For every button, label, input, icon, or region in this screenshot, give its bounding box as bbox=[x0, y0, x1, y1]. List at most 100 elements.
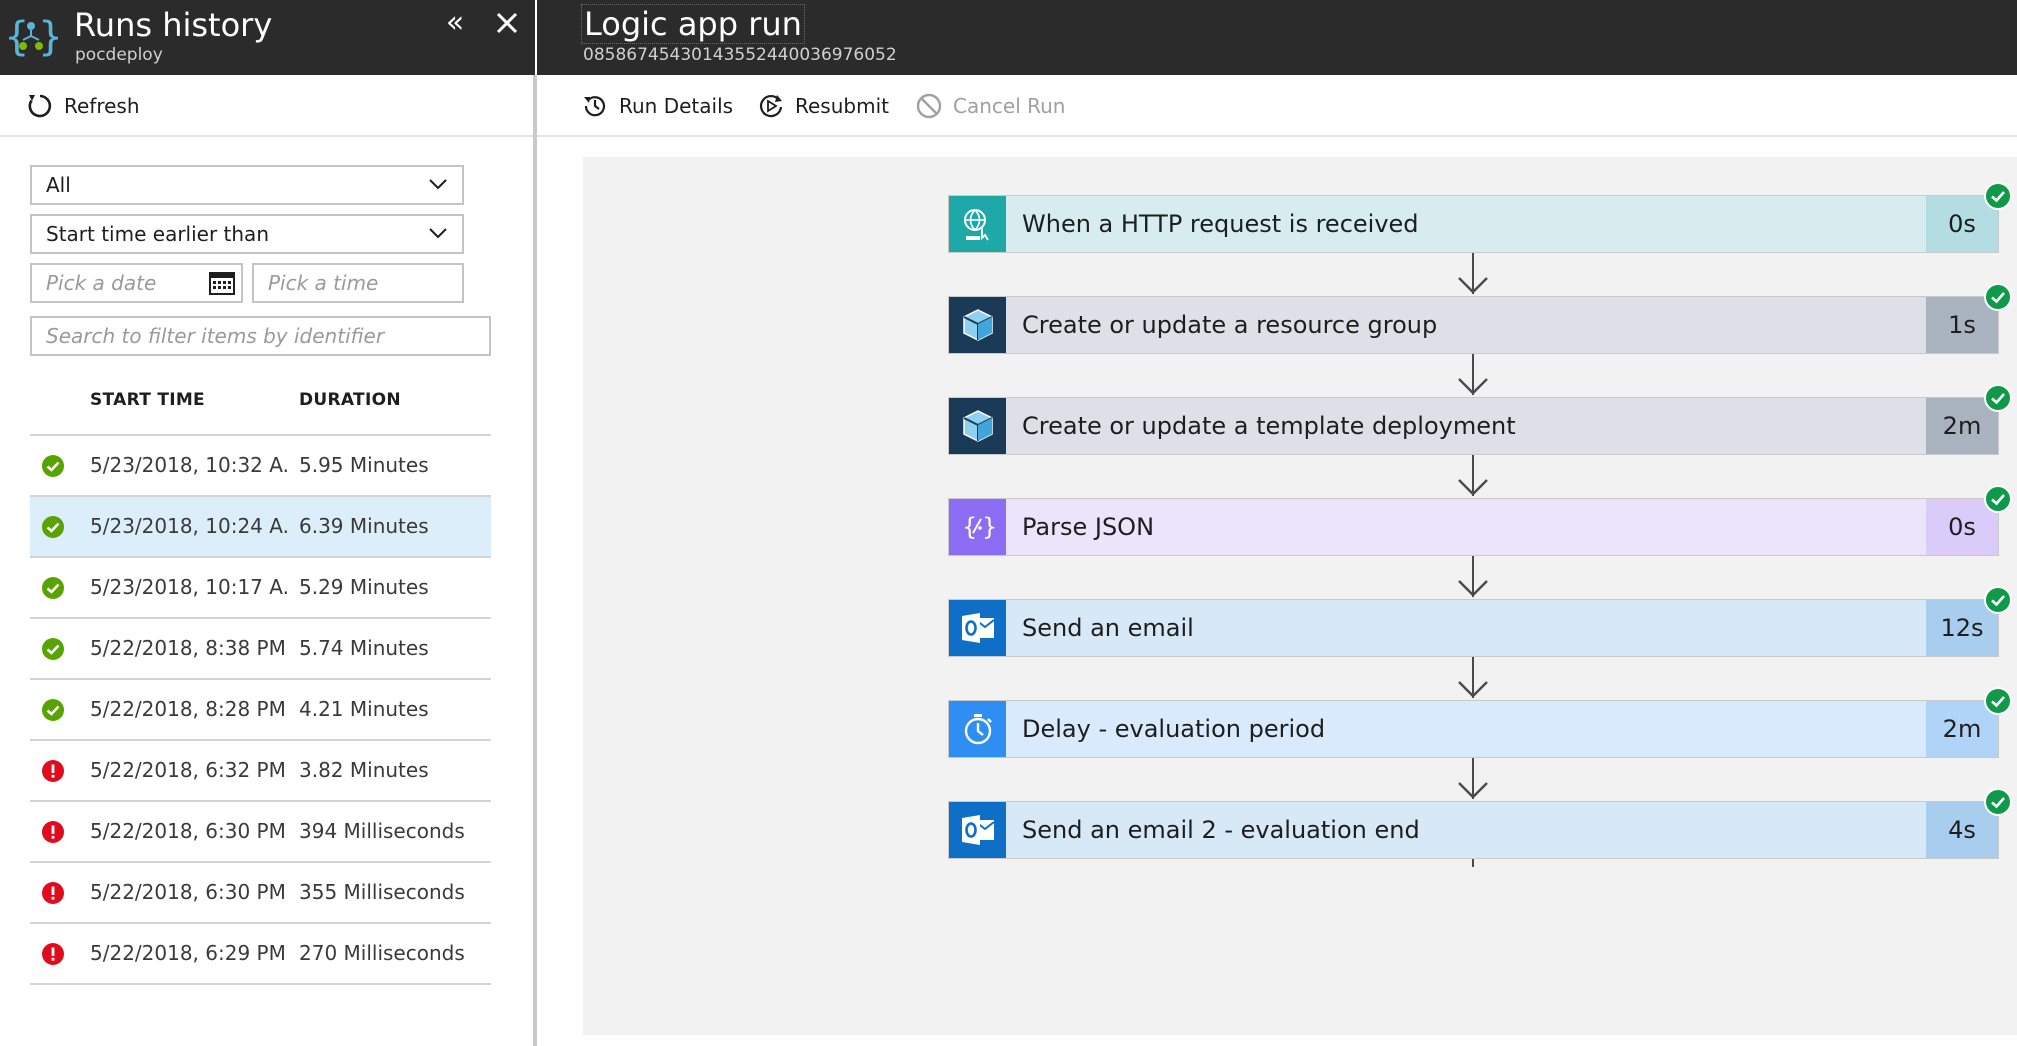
run-duration: 6.39 Minutes bbox=[299, 514, 429, 538]
run-duration: 3.82 Minutes bbox=[299, 758, 429, 782]
run-duration: 5.95 Minutes bbox=[299, 453, 429, 477]
status-filter-dropdown[interactable]: All bbox=[30, 165, 464, 205]
parse-json-icon: {} bbox=[949, 499, 1006, 555]
success-check-icon bbox=[42, 638, 64, 660]
arrow-down-icon bbox=[1458, 580, 1488, 597]
time-filter-value: Start time earlier than bbox=[46, 222, 269, 246]
run-row[interactable]: 5/23/2018, 10:24 A... 6.39 Minutes bbox=[30, 497, 491, 558]
arrow-down-icon bbox=[1458, 277, 1488, 294]
workflow-step[interactable]: Send an email 2 - evaluation end 4s bbox=[948, 788, 2012, 859]
arrow-down-icon bbox=[1458, 479, 1488, 496]
run-duration: 5.29 Minutes bbox=[299, 575, 429, 599]
run-duration: 4.21 Minutes bbox=[299, 697, 429, 721]
status-filter-value: All bbox=[46, 173, 71, 197]
run-row[interactable]: 5/22/2018, 6:30 PM 394 Milliseconds bbox=[30, 802, 491, 863]
run-row[interactable]: 5/22/2018, 8:38 PM 5.74 Minutes bbox=[30, 619, 491, 680]
run-start-time: 5/22/2018, 8:28 PM bbox=[90, 697, 286, 721]
duration-column-header[interactable]: DURATION bbox=[299, 390, 401, 410]
run-start-time: 5/23/2018, 10:24 A... bbox=[90, 514, 290, 538]
time-picker-input[interactable]: Pick a time bbox=[252, 263, 464, 303]
step-label: Create or update a resource group bbox=[1022, 311, 1438, 339]
azure-resource-manager-icon bbox=[949, 398, 1006, 454]
error-icon bbox=[42, 882, 64, 904]
run-start-time: 5/22/2018, 8:38 PM bbox=[90, 636, 286, 660]
arrow-down-icon bbox=[1458, 378, 1488, 395]
step-label: Send an email 2 - evaluation end bbox=[1022, 816, 1420, 844]
runs-history-header: { } Runs history pocdeploy « bbox=[0, 0, 535, 75]
date-picker-input[interactable]: Pick a date bbox=[30, 263, 243, 303]
run-title: Logic app run bbox=[581, 4, 805, 44]
chevron-down-icon bbox=[429, 179, 447, 190]
logic-app-icon: { } bbox=[4, 12, 63, 60]
workflow-canvas: When a HTTP request is received 0s Create … bbox=[583, 157, 2017, 1035]
svg-text:{: { bbox=[4, 14, 29, 60]
workflow-step[interactable]: {} Parse JSON 0s bbox=[948, 485, 2012, 556]
error-icon bbox=[42, 943, 64, 965]
http-request-icon bbox=[949, 196, 1006, 252]
run-duration: 5.74 Minutes bbox=[299, 636, 429, 660]
calendar-icon[interactable] bbox=[209, 271, 235, 295]
step-connector bbox=[1472, 859, 1474, 867]
blade-divider bbox=[533, 75, 537, 1046]
run-start-time: 5/23/2018, 10:17 A... bbox=[90, 575, 290, 599]
cancel-run-label: Cancel Run bbox=[953, 94, 1066, 118]
workflow-step[interactable]: Delay - evaluation period 2m bbox=[948, 687, 2012, 758]
run-toolbar: Run Details Resubmit Cancel Run bbox=[537, 75, 2017, 137]
workflow-step[interactable]: Create or update a template deployment 2m bbox=[948, 384, 2012, 455]
step-label: When a HTTP request is received bbox=[1022, 210, 1419, 238]
run-row[interactable]: 5/22/2018, 6:32 PM 3.82 Minutes bbox=[30, 741, 491, 802]
runs-toolbar: Refresh bbox=[0, 75, 535, 137]
resubmit-label: Resubmit bbox=[795, 94, 889, 118]
svg-text:}: } bbox=[982, 513, 996, 541]
start-time-column-header[interactable]: START TIME bbox=[90, 390, 205, 410]
arrow-down-icon bbox=[1458, 681, 1488, 698]
collapse-blade-button[interactable]: « bbox=[440, 8, 470, 38]
workflow-step[interactable]: When a HTTP request is received 0s bbox=[948, 182, 2012, 253]
run-start-time: 5/22/2018, 6:30 PM bbox=[90, 880, 286, 904]
cancel-run-button[interactable]: Cancel Run bbox=[915, 89, 1065, 123]
step-label: Send an email bbox=[1022, 614, 1194, 642]
chevron-down-icon bbox=[429, 228, 447, 239]
close-icon[interactable] bbox=[490, 6, 524, 40]
success-check-icon bbox=[1984, 586, 2012, 614]
run-row[interactable]: 5/22/2018, 8:28 PM 4.21 Minutes bbox=[30, 680, 491, 741]
success-check-icon bbox=[1984, 283, 2012, 311]
success-check-icon bbox=[1984, 687, 2012, 715]
resubmit-button[interactable]: Resubmit bbox=[757, 89, 889, 123]
resubmit-icon bbox=[759, 94, 783, 118]
timer-icon bbox=[949, 701, 1006, 757]
workflow-step[interactable]: Create or update a resource group 1s bbox=[948, 283, 2012, 354]
logic-app-run-header: Logic app run 08586745430143552440036976… bbox=[537, 0, 2017, 75]
blade-title: Runs history bbox=[74, 6, 273, 44]
success-check-icon bbox=[42, 699, 64, 721]
refresh-button[interactable]: Refresh bbox=[26, 89, 140, 123]
outlook-icon bbox=[949, 600, 1006, 656]
cancel-icon bbox=[916, 93, 942, 119]
workflow-step[interactable]: Send an email 12s bbox=[948, 586, 2012, 657]
run-row[interactable]: 5/22/2018, 6:30 PM 355 Milliseconds bbox=[30, 863, 491, 924]
run-row[interactable]: 5/23/2018, 10:17 A... 5.29 Minutes bbox=[30, 558, 491, 619]
run-start-time: 5/23/2018, 10:32 A... bbox=[90, 453, 290, 477]
step-label: Delay - evaluation period bbox=[1022, 715, 1326, 743]
success-check-icon bbox=[1984, 384, 2012, 412]
run-start-time: 5/22/2018, 6:32 PM bbox=[90, 758, 286, 782]
refresh-icon bbox=[28, 94, 52, 118]
azure-resource-manager-icon bbox=[949, 297, 1006, 353]
success-check-icon bbox=[42, 455, 64, 477]
refresh-label: Refresh bbox=[64, 94, 140, 118]
step-label: Parse JSON bbox=[1022, 513, 1155, 541]
success-check-icon bbox=[1984, 788, 2012, 816]
success-check-icon bbox=[1984, 485, 2012, 513]
run-row[interactable]: 5/22/2018, 6:29 PM 270 Milliseconds bbox=[30, 924, 491, 985]
success-check-icon bbox=[42, 577, 64, 599]
run-row[interactable]: 5/23/2018, 10:32 A... 5.95 Minutes bbox=[30, 436, 491, 497]
outlook-icon bbox=[949, 802, 1006, 858]
runs-history-blade: { } Runs history pocdeploy « Refresh All bbox=[0, 0, 535, 1046]
time-filter-dropdown[interactable]: Start time earlier than bbox=[30, 214, 464, 254]
runs-table-header: START TIME DURATION bbox=[30, 380, 491, 436]
search-identifier-input[interactable]: Search to filter items by identifier bbox=[30, 316, 491, 356]
step-label: Create or update a template deployment bbox=[1022, 412, 1516, 440]
arrow-down-icon bbox=[1458, 782, 1488, 799]
svg-text:{: { bbox=[962, 513, 977, 541]
run-details-button[interactable]: Run Details bbox=[581, 89, 733, 123]
